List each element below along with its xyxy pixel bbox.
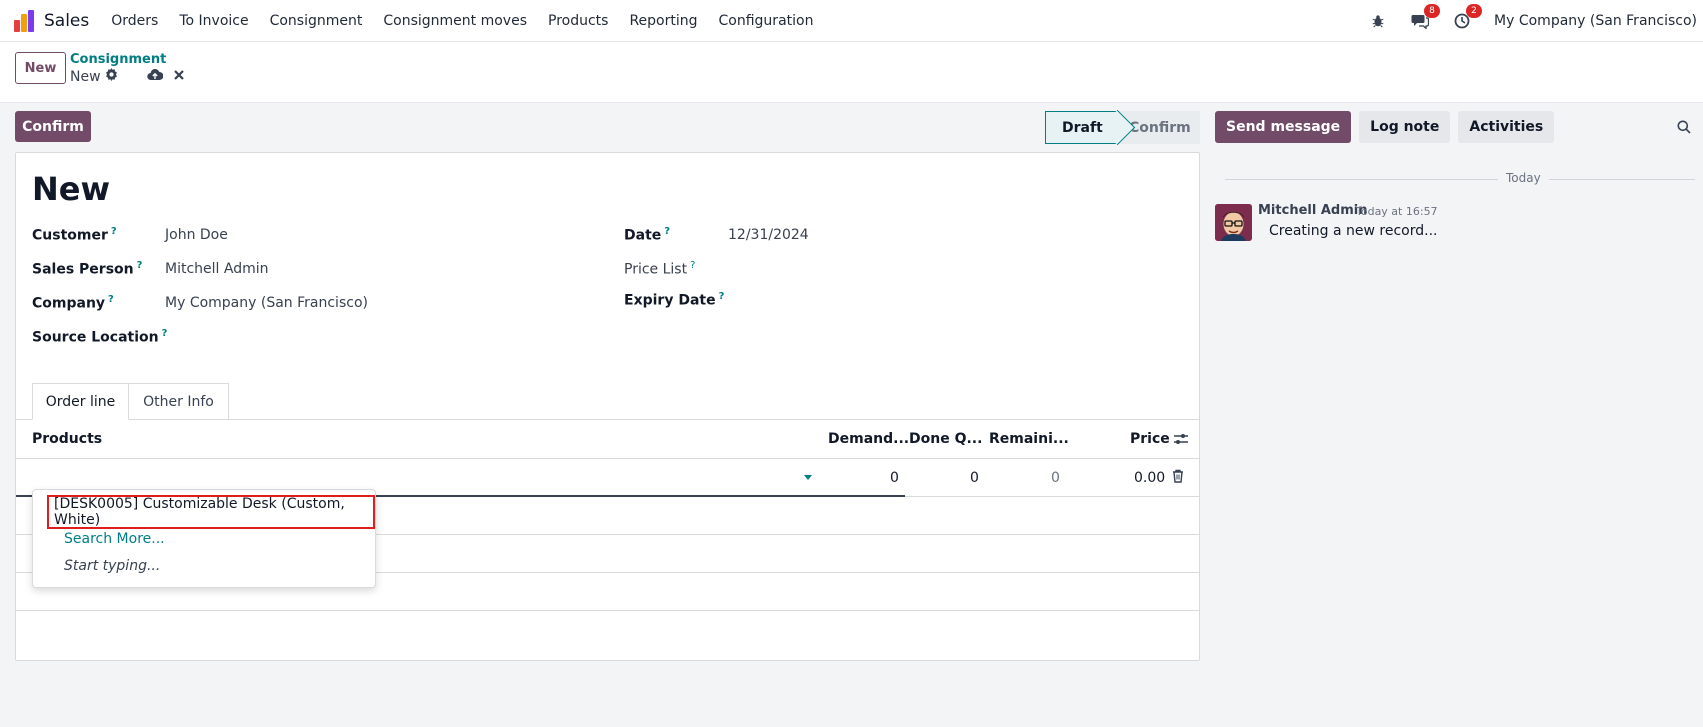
dropdown-item-desk0005[interactable]: [DESK0005] Customizable Desk (Custom, Wh…	[47, 495, 375, 529]
tab-order-line[interactable]: Order line	[32, 383, 129, 420]
menu-consignment-moves[interactable]: Consignment moves	[383, 13, 527, 29]
order-lines-header: Products Demand... Done Q... Remaini... …	[16, 420, 1199, 459]
help-icon[interactable]: ?	[719, 291, 725, 302]
source-location-label: Source Location?	[32, 328, 167, 346]
statusbar: Confirm Confirm Draft	[0, 103, 1200, 153]
new-button[interactable]: New	[15, 52, 66, 84]
date-label-text: Date	[624, 227, 662, 244]
notebook-tabs: Order line Other Info	[16, 382, 1199, 420]
sales-person-label: Sales Person?	[32, 260, 142, 278]
done-qty-cell[interactable]: 0	[970, 470, 979, 486]
date-label: Date?	[624, 226, 670, 244]
search-icon[interactable]	[1677, 120, 1691, 138]
activities-badge: 2	[1466, 3, 1483, 18]
col-products[interactable]: Products	[32, 431, 102, 447]
menu-configuration[interactable]: Configuration	[719, 13, 814, 29]
col-demand[interactable]: Demand...	[828, 431, 909, 447]
sales-app-icon[interactable]	[14, 9, 36, 32]
company-label: Company?	[32, 294, 114, 312]
chatter-actions: Send message Log note Activities	[1215, 111, 1555, 143]
messages-badge: 8	[1424, 3, 1441, 18]
message-time: Today at 16:57	[1356, 205, 1438, 218]
col-price[interactable]: Price	[1130, 431, 1170, 447]
customer-label-text: Customer	[32, 227, 108, 244]
record-title: New	[32, 170, 111, 208]
menu-reporting[interactable]: Reporting	[629, 13, 697, 29]
remaining-cell: 0	[1051, 470, 1060, 486]
customer-field[interactable]: John Doe	[165, 227, 228, 243]
avatar[interactable]	[1215, 204, 1252, 241]
date-divider	[1225, 179, 1695, 180]
company-switcher[interactable]: My Company (San Francisco)	[1494, 13, 1697, 29]
menu-consignment[interactable]: Consignment	[270, 13, 363, 29]
col-remaining[interactable]: Remaini...	[989, 431, 1069, 447]
source-location-label-text: Source Location	[32, 329, 159, 346]
column-settings-icon[interactable]	[1173, 432, 1189, 450]
start-typing-hint: Start typing...	[64, 558, 161, 574]
control-panel: New Consignment New	[0, 42, 1703, 103]
gear-icon[interactable]	[105, 68, 118, 85]
sales-person-label-text: Sales Person	[32, 261, 134, 278]
breadcrumb-consignment[interactable]: Consignment	[70, 52, 166, 67]
top-navbar: Sales Orders To Invoice Consignment Cons…	[0, 0, 1703, 42]
send-message-button[interactable]: Send message	[1215, 111, 1352, 143]
log-note-button[interactable]: Log note	[1359, 111, 1451, 143]
price-cell[interactable]: 0.00	[1134, 470, 1165, 486]
menu-orders[interactable]: Orders	[111, 13, 158, 29]
expiry-date-label: Expiry Date?	[624, 291, 724, 309]
company-label-text: Company	[32, 295, 106, 312]
message-author[interactable]: Mitchell Admin	[1258, 203, 1367, 218]
bug-icon[interactable]	[1368, 11, 1388, 31]
company-field[interactable]: My Company (San Francisco)	[165, 295, 368, 311]
date-field[interactable]: 12/31/2024	[728, 227, 809, 243]
help-icon[interactable]: ?	[162, 328, 168, 339]
tab-other-info[interactable]: Other Info	[129, 383, 229, 420]
demand-cell[interactable]: 0	[890, 470, 899, 486]
price-list-label-text: Price List	[624, 261, 688, 278]
messages-icon[interactable]: 8	[1410, 3, 1441, 31]
confirm-button[interactable]: Confirm	[15, 111, 91, 142]
help-icon[interactable]: ?	[111, 226, 117, 237]
help-icon[interactable]: ?	[690, 260, 695, 271]
search-more-link[interactable]: Search More...	[64, 531, 165, 547]
record-name: New	[70, 68, 118, 85]
help-icon[interactable]: ?	[664, 226, 670, 237]
expiry-date-label-text: Expiry Date	[624, 292, 716, 309]
date-divider-label: Today	[1498, 171, 1549, 185]
discard-close-icon[interactable]	[172, 68, 186, 86]
help-icon[interactable]: ?	[137, 260, 143, 271]
menu-to-invoice[interactable]: To Invoice	[179, 13, 248, 29]
chevron-down-icon[interactable]	[804, 475, 812, 480]
product-autocomplete-dropdown: [DESK0005] Customizable Desk (Custom, Wh…	[32, 489, 376, 588]
message-body: Creating a new record...	[1269, 223, 1438, 239]
app-name[interactable]: Sales	[44, 11, 89, 31]
customer-label: Customer?	[32, 226, 117, 244]
stage-draft[interactable]: Draft	[1045, 111, 1119, 144]
menu-products[interactable]: Products	[548, 13, 608, 29]
col-done-qty[interactable]: Done Q...	[909, 431, 982, 447]
activities-button[interactable]: Activities	[1458, 111, 1555, 143]
record-name-label: New	[70, 68, 101, 85]
price-list-label: Price List?	[624, 260, 695, 278]
save-cloud-icon[interactable]	[147, 68, 164, 86]
trash-icon[interactable]	[1172, 469, 1184, 487]
activities-clock-icon[interactable]: 2	[1452, 3, 1483, 31]
help-icon[interactable]: ?	[108, 294, 114, 305]
sales-person-field[interactable]: Mitchell Admin	[165, 261, 269, 277]
